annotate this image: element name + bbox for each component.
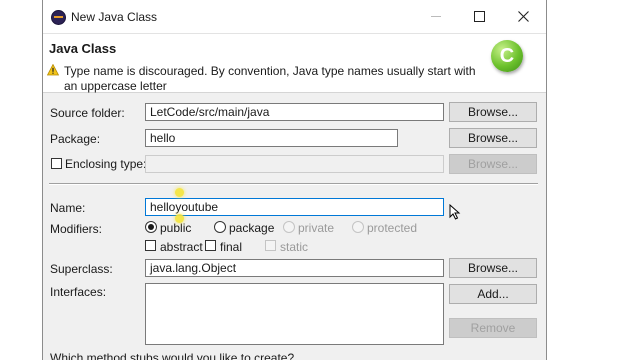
enclosing-type-label: Enclosing type:	[65, 157, 147, 171]
close-button[interactable]	[501, 0, 546, 33]
enclosing-type-input[interactable]	[145, 155, 444, 173]
maximize-button[interactable]	[457, 0, 502, 33]
public-label: public	[160, 221, 192, 235]
superclass-label: Superclass:	[50, 262, 113, 276]
name-label: Name:	[50, 201, 86, 215]
interfaces-list[interactable]	[145, 283, 444, 345]
enclosing-type-browse-button[interactable]: Browse...	[449, 154, 537, 174]
method-stubs-question: Which method stubs would you like to cre…	[50, 351, 295, 360]
static-checkbox[interactable]	[265, 240, 276, 251]
new-class-wizard-icon: C	[491, 40, 523, 72]
page-title: Java Class	[49, 41, 117, 56]
warning-message: Type name is discouraged. By convention,…	[64, 64, 476, 93]
click-highlight	[175, 188, 184, 197]
name-input[interactable]: helloyoutube	[145, 198, 444, 216]
private-radio[interactable]	[283, 221, 295, 233]
abstract-label: abstract	[160, 240, 203, 254]
add-interface-button[interactable]: Add...	[449, 284, 537, 304]
package-radio[interactable]	[214, 221, 226, 233]
superclass-browse-button[interactable]: Browse...	[449, 258, 537, 278]
mouse-cursor-icon	[449, 204, 461, 220]
modifiers-label: Modifiers:	[50, 222, 103, 236]
public-radio[interactable]	[145, 221, 157, 233]
source-folder-label: Source folder:	[50, 106, 125, 120]
static-label: static	[280, 240, 309, 254]
new-java-class-dialog: New Java Class Java Class Type name is d…	[42, 0, 547, 360]
warning-icon	[47, 64, 59, 76]
minimize-button[interactable]	[413, 0, 458, 33]
eclipse-icon	[51, 10, 66, 25]
title-bar[interactable]: New Java Class	[43, 0, 546, 34]
superclass-input[interactable]: java.lang.Object	[145, 259, 444, 277]
package-browse-button[interactable]: Browse...	[449, 128, 537, 148]
window-title: New Java Class	[71, 10, 158, 24]
maximize-icon	[474, 11, 485, 22]
protected-radio[interactable]	[352, 221, 364, 233]
package-input[interactable]: hello	[145, 129, 398, 147]
click-highlight	[175, 214, 184, 223]
package-label: Package:	[50, 132, 101, 146]
protected-label: protected	[367, 221, 418, 235]
source-folder-browse-button[interactable]: Browse...	[449, 102, 537, 122]
final-checkbox[interactable]	[205, 240, 216, 251]
private-label: private	[298, 221, 335, 235]
remove-interface-button[interactable]: Remove	[449, 318, 537, 338]
enclosing-type-checkbox[interactable]	[51, 158, 62, 169]
final-label: final	[220, 240, 243, 254]
wizard-header: Java Class Type name is discouraged. By …	[43, 34, 546, 93]
abstract-checkbox[interactable]	[145, 240, 156, 251]
separator	[49, 183, 538, 185]
interfaces-label: Interfaces:	[50, 285, 107, 299]
package-modifier-label: package	[229, 221, 275, 235]
source-folder-input[interactable]: LetCode/src/main/java	[145, 103, 444, 121]
close-icon	[518, 11, 529, 22]
minimize-icon	[430, 16, 441, 17]
